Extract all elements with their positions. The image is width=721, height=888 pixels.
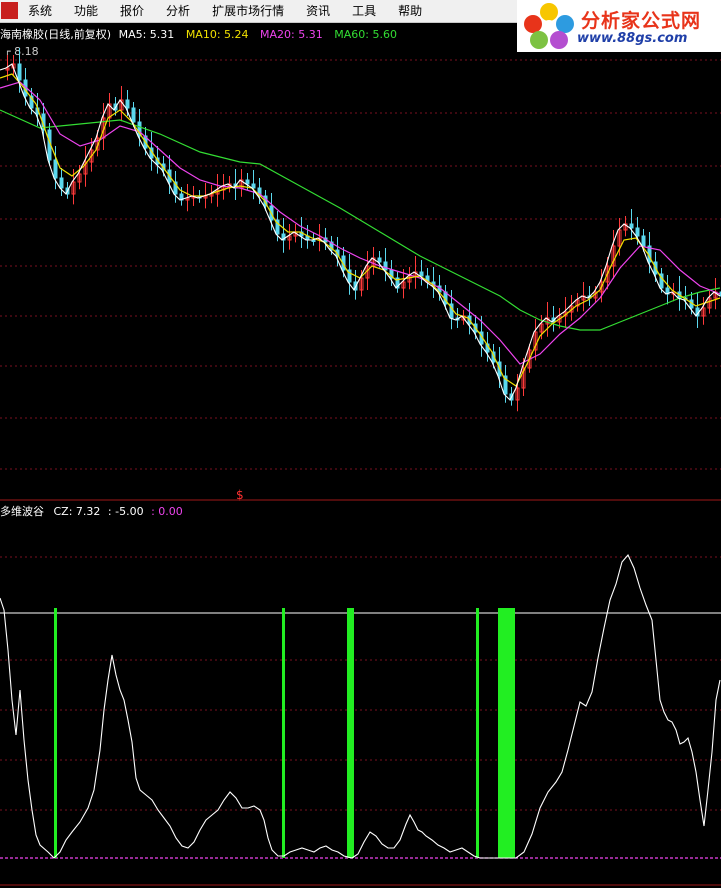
ma20-line — [0, 81, 721, 365]
signal-bar-3 — [476, 608, 479, 858]
chart-canvas[interactable] — [0, 0, 721, 888]
signal-bar-4 — [498, 608, 515, 858]
candle-body-41 — [245, 179, 250, 185]
ma60-line — [0, 109, 721, 331]
candle-body-107 — [641, 235, 646, 247]
candle-body-21 — [125, 99, 130, 109]
candle-body-3 — [17, 63, 22, 81]
candle-body-22 — [131, 107, 136, 123]
candle-body-105 — [629, 223, 634, 229]
candle-body-42 — [251, 183, 256, 189]
candle-body-70 — [419, 271, 424, 277]
signal-bar-0 — [54, 608, 57, 858]
candle-body-64 — [383, 261, 388, 271]
signal-bar-2 — [347, 608, 354, 858]
candle-body-106 — [635, 227, 640, 237]
candle-body-63 — [377, 257, 382, 263]
signal-bar-1 — [282, 608, 285, 858]
candle-body-9 — [53, 159, 58, 179]
candle-body-10 — [59, 177, 64, 189]
cz-line — [0, 553, 721, 859]
